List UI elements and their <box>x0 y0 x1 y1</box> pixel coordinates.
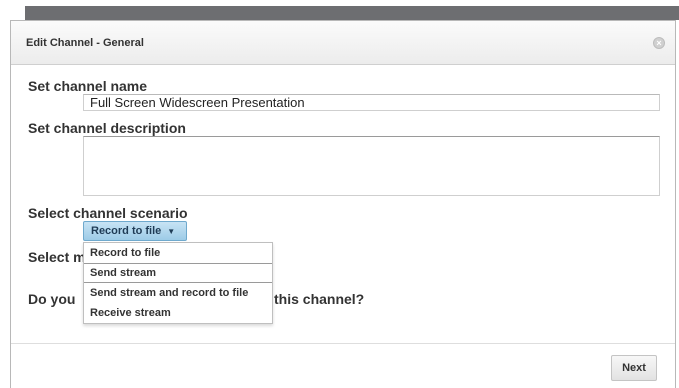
question-label-end: this channel? <box>274 291 365 307</box>
dialog-title: Edit Channel - General <box>26 37 144 49</box>
channel-scenario-label: Select channel scenario <box>28 205 188 221</box>
dialog-header: Edit Channel - General × <box>11 21 675 65</box>
menu-item-receive-stream[interactable]: Receive stream <box>84 303 272 323</box>
caret-down-icon: ▼ <box>167 227 176 236</box>
scenario-dropdown-button[interactable]: Record to file ▼ <box>83 221 187 241</box>
channel-description-textarea[interactable] <box>83 136 660 196</box>
scenario-selected-value: Record to file <box>91 225 162 237</box>
footer-divider <box>11 343 675 344</box>
channel-name-label: Set channel name <box>28 78 148 94</box>
scenario-dropdown-menu: Record to file Send stream Send stream a… <box>83 242 273 324</box>
question-label-start: Do you <box>28 291 76 307</box>
background-page-strip <box>25 6 679 20</box>
edit-channel-dialog: Edit Channel - General × Set channel nam… <box>10 20 676 388</box>
channel-description-label: Set channel description <box>28 120 186 136</box>
menu-item-record-to-file[interactable]: Record to file <box>84 243 272 263</box>
close-icon[interactable]: × <box>653 37 665 49</box>
menu-item-send-stream-and-record[interactable]: Send stream and record to file <box>84 283 272 303</box>
channel-name-input[interactable]: Full Screen Widescreen Presentation <box>83 94 660 111</box>
next-button[interactable]: Next <box>611 355 657 381</box>
menu-item-send-stream[interactable]: Send stream <box>84 263 272 283</box>
page-background-left <box>0 20 10 388</box>
select-mode-label-partial: Select m <box>28 249 86 265</box>
